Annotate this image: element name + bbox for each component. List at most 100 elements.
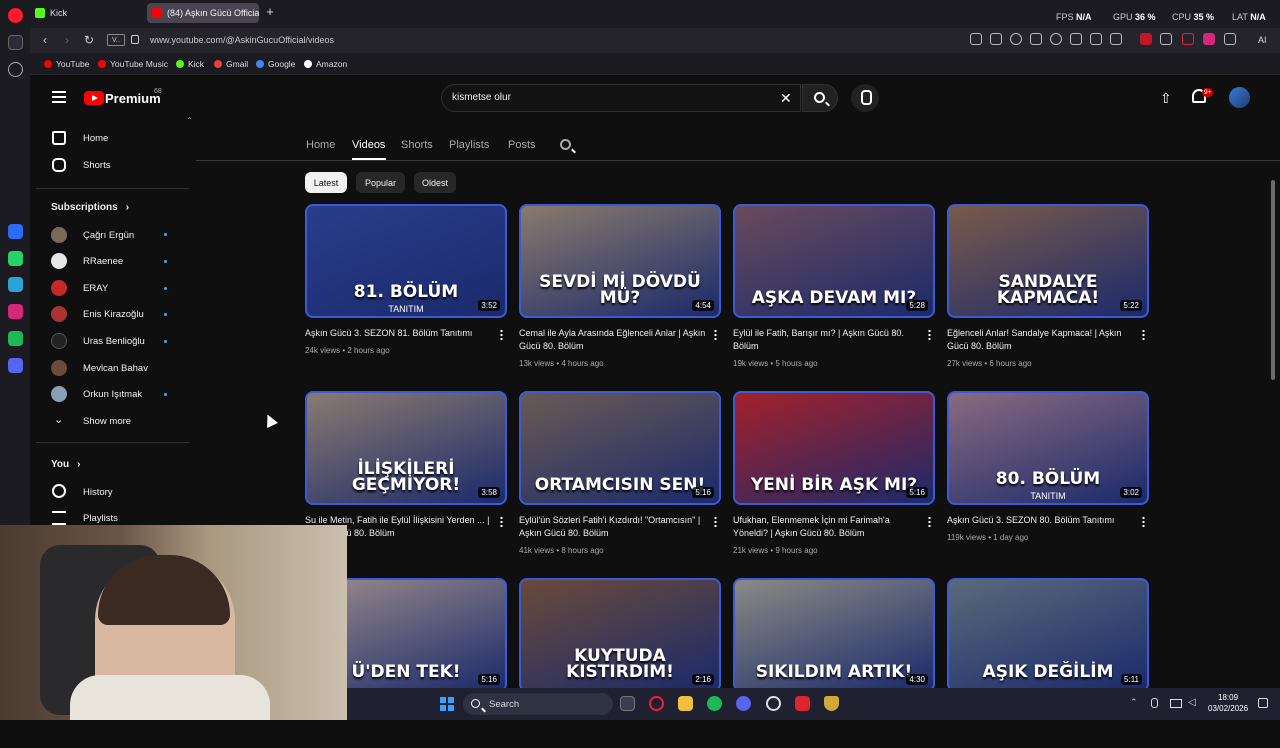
more-actions-icon[interactable]: [714, 516, 717, 527]
sidebar-item-subscription[interactable]: Enis Kirazoğlu: [83, 309, 144, 320]
bookmark-gmail[interactable]: Gmail: [214, 59, 248, 69]
avatar[interactable]: [1229, 87, 1250, 108]
more-actions-icon[interactable]: [500, 516, 503, 527]
sidebar-item-subscription[interactable]: Orkun Işıtmak: [83, 389, 142, 400]
wallet-icon[interactable]: [1110, 33, 1122, 45]
telegram-icon[interactable]: [8, 277, 23, 292]
video-thumbnail[interactable]: İLİŞKİLERİ GEÇMİYOR! 3:58: [305, 391, 507, 505]
subscriptions-heading[interactable]: Subscriptions ›: [51, 202, 129, 213]
video-card[interactable]: YENİ BİR AŞK MI? 5:16 Ufukhan, Elenmemek İ…: [733, 391, 935, 561]
video-card[interactable]: 80. BÖLÜM TANITIM 3:02 Aşkın Gücü 3. SEZON …: [947, 391, 1149, 561]
video-title[interactable]: Aşkın Gücü 3. SEZON 80. Bölüm Tanıtımı: [947, 514, 1137, 527]
more-actions-icon[interactable]: [1142, 516, 1145, 527]
game-app-icon[interactable]: [824, 696, 839, 711]
video-card[interactable]: ORTAMCISIN SEN! 5:16 Eylül'ün Sözleri Fati…: [519, 391, 721, 561]
video-thumbnail[interactable]: ORTAMCISIN SEN! 5:16: [519, 391, 721, 505]
tray-chevron-icon[interactable]: ⌃: [1130, 697, 1138, 708]
sidebar-item-history[interactable]: History: [83, 487, 113, 498]
bookmark-google[interactable]: Google: [256, 59, 295, 69]
heart-icon[interactable]: [1050, 33, 1062, 45]
you-heading[interactable]: You ›: [51, 459, 81, 470]
sidebar-item-subscription[interactable]: Çağrı Ergün: [83, 230, 134, 241]
video-thumbnail[interactable]: SIKILDIM ARTIK! 4:30: [733, 578, 935, 692]
play-icon[interactable]: [1030, 33, 1042, 45]
microphone-icon[interactable]: [1151, 698, 1158, 708]
sidebar-item-subscription[interactable]: Uras Benlioğlu: [83, 336, 145, 347]
video-thumbnail[interactable]: 80. BÖLÜM TANITIM 3:02: [947, 391, 1149, 505]
discord-icon[interactable]: [736, 696, 751, 711]
video-card[interactable]: 81. BÖLÜM TANITIM 3:52 Aşkın Gücü 3. SEZON …: [305, 204, 507, 374]
tab-youtube-active[interactable]: (84) Aşkın Gücü Official -: [147, 3, 259, 23]
video-card[interactable]: SIKILDIM ARTIK! 4:30: [733, 578, 935, 748]
chip-oldest[interactable]: Oldest: [414, 172, 456, 193]
shield-icon[interactable]: [1010, 33, 1022, 45]
bookmark-amazon[interactable]: Amazon: [304, 59, 347, 69]
video-thumbnail[interactable]: YENİ BİR AŞK MI? 5:16: [733, 391, 935, 505]
tab-kick[interactable]: Kick: [30, 3, 142, 23]
premium-label[interactable]: Premium: [105, 91, 161, 106]
player-icon[interactable]: [8, 358, 23, 373]
url-text[interactable]: www.youtube.com/@AskinGucuOfficial/video…: [150, 35, 334, 45]
opera-logo-icon[interactable]: [8, 8, 23, 23]
video-title[interactable]: Ufukhan, Elenmemek İçin mi Farimah'a Yön…: [733, 514, 923, 540]
forward-button[interactable]: ›: [60, 33, 74, 47]
download-icon[interactable]: [1070, 33, 1082, 45]
notifications-center-icon[interactable]: [1258, 698, 1268, 708]
video-card[interactable]: AŞIK DEĞİLİM 5:11: [947, 578, 1149, 748]
sidebar-item-shorts[interactable]: Shorts: [83, 160, 110, 171]
extension-icon[interactable]: [1203, 33, 1215, 45]
camera-icon[interactable]: [990, 33, 1002, 45]
video-thumbnail[interactable]: 81. BÖLÜM TANITIM 3:52: [305, 204, 507, 318]
video-card[interactable]: AŞKA DEVAM MI? 5:28 Eylül ile Fatih, Barış…: [733, 204, 935, 374]
edit-icon[interactable]: [970, 33, 982, 45]
reload-button[interactable]: ↻: [82, 33, 96, 47]
video-card[interactable]: SEVDİ Mİ DÖVDÜ MÜ? 4:54 Cemal ile Ayla Ara…: [519, 204, 721, 374]
volume-icon[interactable]: ◁: [1188, 697, 1196, 708]
search-button[interactable]: [802, 84, 838, 112]
more-actions-icon[interactable]: [714, 329, 717, 340]
taskbar-clock[interactable]: 18:09 03/02/2026: [1208, 692, 1248, 714]
hamburger-menu-icon[interactable]: [52, 91, 66, 103]
extension-icon[interactable]: [1224, 33, 1236, 45]
video-card[interactable]: KUYTUDA KISTIRDIM! 2:16: [519, 578, 721, 748]
video-title[interactable]: Aşkın Gücü 3. SEZON 81. Bölüm Tanıtımı: [305, 327, 495, 340]
chip-latest[interactable]: Latest: [305, 172, 347, 193]
menu-icon[interactable]: [1090, 33, 1102, 45]
more-actions-icon[interactable]: [500, 329, 503, 340]
spotify-icon[interactable]: [707, 696, 722, 711]
windows-start-icon[interactable]: [440, 697, 454, 711]
opera-icon[interactable]: [649, 696, 664, 711]
upload-icon[interactable]: ⇧: [1160, 90, 1172, 107]
video-title[interactable]: Eylül ile Fatih, Barışır mı? | Aşkın Güc…: [733, 327, 923, 353]
search-input[interactable]: [452, 92, 752, 103]
sidebar-item-playlists[interactable]: Playlists: [83, 513, 118, 524]
vpn-badge[interactable]: V..: [107, 34, 125, 46]
spotify-icon[interactable]: [8, 331, 23, 346]
tab-shorts[interactable]: Shorts: [401, 139, 433, 151]
bookmark-youtube-music[interactable]: YouTube Music: [98, 59, 168, 69]
video-card[interactable]: SANDALYE KAPMACA! 5:22 Eğlenceli Anlar! Sa…: [947, 204, 1149, 374]
bookmark-kick[interactable]: Kick: [176, 59, 204, 69]
video-thumbnail[interactable]: SANDALYE KAPMACA! 5:22: [947, 204, 1149, 318]
chip-popular[interactable]: Popular: [356, 172, 405, 193]
sidebar-item-subscription[interactable]: Mevlcan Bahav: [83, 363, 148, 374]
more-actions-icon[interactable]: [1142, 329, 1145, 340]
instagram-icon[interactable]: [8, 304, 23, 319]
new-tab-button[interactable]: +: [263, 5, 277, 19]
tab-videos[interactable]: Videos: [352, 139, 385, 151]
more-actions-icon[interactable]: [928, 516, 931, 527]
extension-icon[interactable]: [1140, 33, 1152, 45]
extension-icon[interactable]: [1160, 33, 1172, 45]
more-actions-icon[interactable]: [928, 329, 931, 340]
tab-home[interactable]: Home: [306, 139, 335, 151]
video-thumbnail[interactable]: KUYTUDA KISTIRDIM! 2:16: [519, 578, 721, 692]
sidebar-item-home[interactable]: Home: [83, 133, 108, 144]
workspace-icon[interactable]: [8, 35, 23, 50]
scrollbar[interactable]: [1271, 180, 1275, 380]
back-button[interactable]: ‹: [38, 33, 52, 47]
task-view-icon[interactable]: [620, 696, 635, 711]
sidebar-item-subscription[interactable]: ERAY: [83, 283, 108, 294]
channel-search-icon[interactable]: [560, 139, 571, 150]
network-icon[interactable]: [1170, 699, 1182, 708]
sidebar-item-subscription[interactable]: RRaenee: [83, 256, 123, 267]
